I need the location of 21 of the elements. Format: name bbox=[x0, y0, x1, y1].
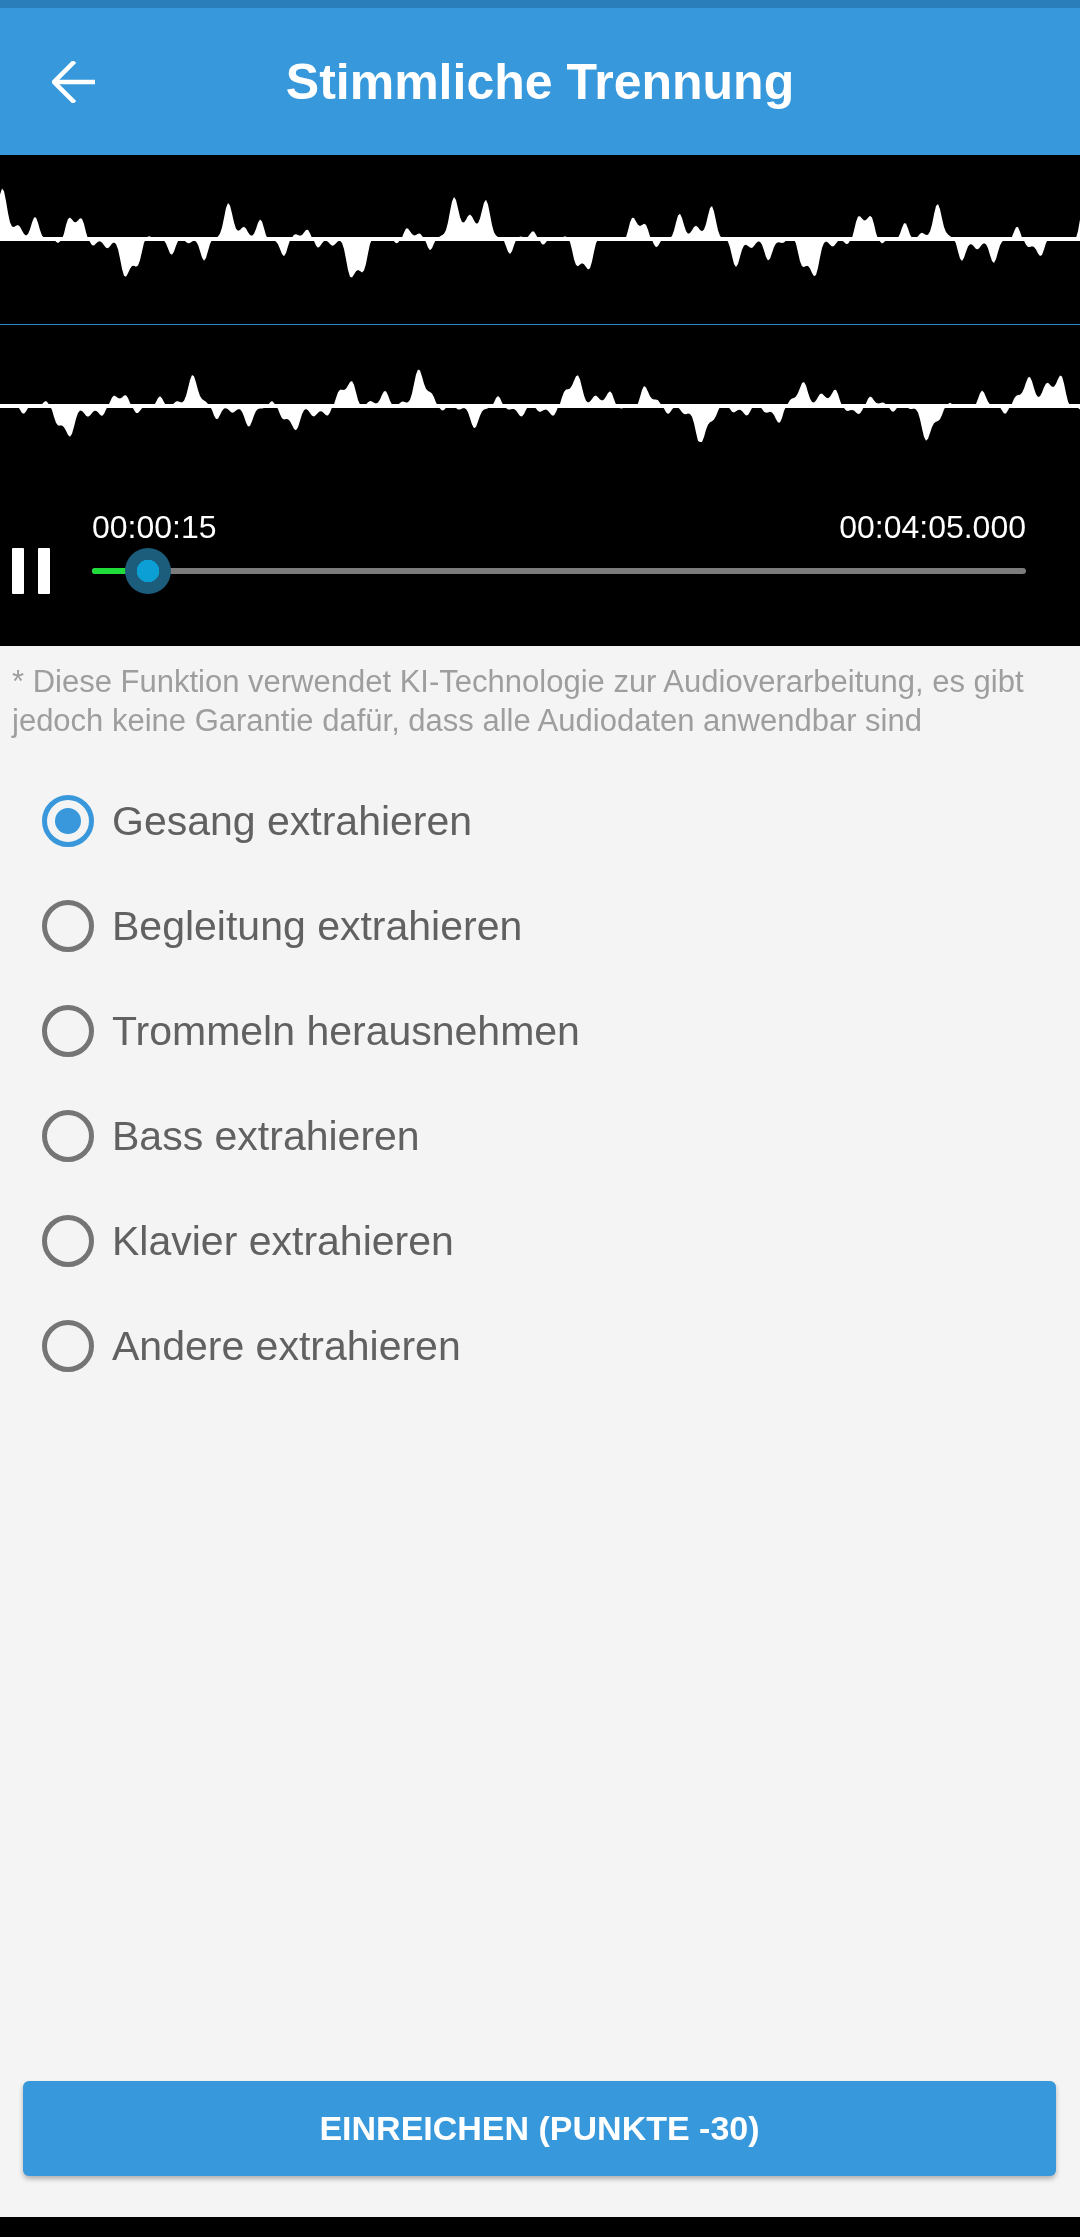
radio-icon[interactable] bbox=[42, 1320, 94, 1372]
radio-option[interactable]: Andere extrahieren bbox=[42, 1316, 461, 1376]
back-arrow-icon[interactable] bbox=[52, 60, 95, 103]
screen-title: Stimmliche Trennung bbox=[285, 52, 795, 112]
pause-icon[interactable] bbox=[12, 548, 50, 594]
current-time: 00:00:15 bbox=[92, 508, 217, 546]
radio-icon[interactable] bbox=[42, 795, 94, 847]
radio-option[interactable]: Klavier extrahieren bbox=[42, 1211, 454, 1271]
radio-icon[interactable] bbox=[42, 1005, 94, 1057]
slider-thumb[interactable] bbox=[125, 548, 172, 594]
radio-icon[interactable] bbox=[42, 1215, 94, 1267]
radio-icon[interactable] bbox=[42, 1110, 94, 1162]
disclaimer-text: * Diese Funktion verwendet KI-Technologie zur Audioverarbeitung, es gibt jedoch keine Garantie dafür, dass alle Audiodaten anwendbar sind bbox=[10, 663, 1025, 740]
radio-option[interactable]: Trommeln herausnehmen bbox=[42, 1001, 580, 1061]
radio-icon[interactable] bbox=[42, 900, 94, 952]
radio-option[interactable]: Bass extrahieren bbox=[42, 1106, 420, 1166]
seek-slider[interactable] bbox=[92, 548, 1026, 594]
submit-button[interactable]: EINREICHEN (PUNKTE -30) bbox=[23, 2081, 1056, 2176]
radio-option[interactable]: Gesang extrahieren bbox=[42, 791, 473, 851]
total-duration: 00:04:05.000 bbox=[839, 508, 1026, 546]
radio-option[interactable]: Begleitung extrahieren bbox=[42, 896, 523, 956]
